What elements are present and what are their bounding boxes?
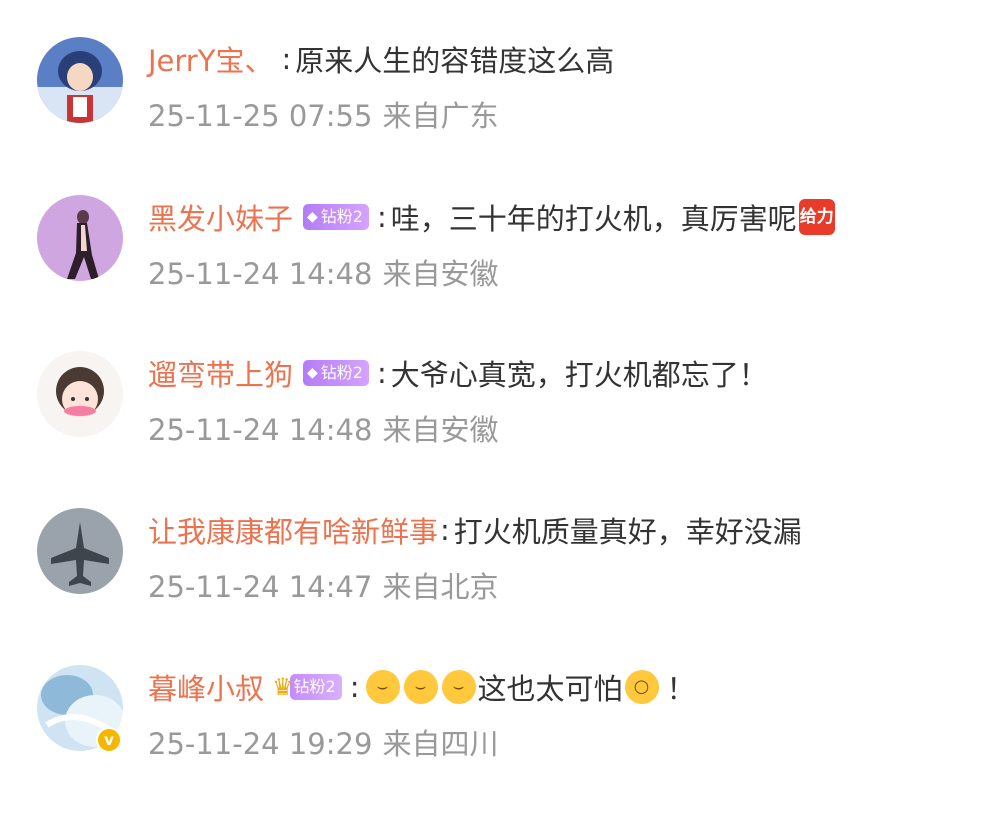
timestamp: 25-11-24 19:29 — [148, 727, 373, 761]
username-link[interactable]: 暮峰小叔 — [148, 666, 264, 708]
fan-badge-label: 钻粉2 — [320, 363, 363, 382]
comment-line: 遛弯带上狗 ◆ 钻粉2 : 大爷心真宽，打火机都忘了！ — [148, 351, 768, 395]
location: 来自安徽 — [382, 257, 499, 291]
fan-badge-label: 钻粉2 — [320, 207, 363, 226]
avatar-image — [37, 195, 123, 281]
laugh-cry-emoji-icon: ⌣ — [365, 670, 400, 704]
verified-icon: v — [96, 727, 122, 753]
comment-text: 原来人生的容错度这么高 — [295, 44, 615, 78]
comment-item: JerrY宝、 : 原来人生的容错度这么高 25-11-25 07:55 来自广东 — [0, 37, 1000, 187]
username-link[interactable]: 遛弯带上狗 — [148, 352, 293, 394]
comment-meta: 25-11-24 14:48 来自安徽 — [148, 251, 498, 293]
location: 来自安徽 — [382, 413, 499, 447]
location: 来自四川 — [382, 727, 499, 761]
separator: : — [349, 670, 360, 704]
timestamp: 25-11-24 14:48 — [148, 257, 373, 291]
shocked-emoji-icon: ○ — [624, 670, 659, 704]
avatar-image — [37, 351, 123, 437]
comment-meta: 25-11-24 14:48 来自安徽 — [148, 407, 498, 449]
comment-line: JerrY宝、 : 原来人生的容错度这么高 — [148, 37, 614, 81]
comment-text: 哇，三十年的打火机，真厉害呢 — [390, 202, 797, 236]
location: 来自广东 — [382, 99, 499, 133]
avatar-image — [37, 508, 123, 594]
fan-badge-label: 钻粉2 — [293, 677, 336, 696]
laugh-cry-emoji-icon: ⌣ — [403, 670, 438, 704]
comment-text-end: ！ — [666, 672, 696, 706]
comment-item: 黑发小妹子 ◆ 钻粉2 : 哇，三十年的打火机，真厉害呢 给力 25-11-24 … — [0, 195, 1000, 345]
comment-text: 打火机质量真好，幸好没漏 — [453, 515, 802, 549]
timestamp: 25-11-24 14:47 — [148, 570, 373, 604]
separator: : — [376, 356, 387, 390]
comment-item: 遛弯带上狗 ◆ 钻粉2 : 大爷心真宽，打火机都忘了！ 25-11-24 14:4… — [0, 351, 1000, 501]
diamond-icon: ◆ — [307, 209, 318, 225]
comment-item: v 暮峰小叔 ♛ 钻粉2 : ⌣ ⌣ ⌣ 这也太可怕 ○ ！ 25-11-24 … — [0, 665, 1000, 815]
crown-icon: ♛ — [272, 673, 294, 701]
comment-line: 暮峰小叔 ♛ 钻粉2 : ⌣ ⌣ ⌣ 这也太可怕 ○ ！ — [148, 665, 696, 709]
comment-line: 黑发小妹子 ◆ 钻粉2 : 哇，三十年的打火机，真厉害呢 给力 — [148, 195, 835, 239]
avatar[interactable] — [37, 351, 123, 437]
timestamp: 25-11-25 07:55 — [148, 99, 373, 133]
avatar[interactable] — [37, 508, 123, 594]
comment-meta: 25-11-24 14:47 来自北京 — [148, 564, 498, 606]
comment-meta: 25-11-24 19:29 来自四川 — [148, 721, 498, 763]
laugh-cry-emoji-icon: ⌣ — [441, 670, 476, 704]
comment-item: 让我康康都有啥新鲜事 : 打火机质量真好，幸好没漏 25-11-24 14:47… — [0, 508, 1000, 658]
username-link[interactable]: JerrY宝、 — [148, 38, 273, 80]
diamond-icon: ◆ — [307, 365, 318, 381]
separator: : — [376, 200, 387, 234]
fan-badge[interactable]: 钻粉2 — [289, 674, 342, 700]
geili-sticker-icon: 给力 — [798, 199, 835, 235]
comment-text: 这也太可怕 — [477, 672, 623, 706]
location: 来自北京 — [382, 570, 499, 604]
separator: : — [281, 42, 292, 76]
avatar[interactable] — [37, 37, 123, 123]
fan-badge[interactable]: ◆ 钻粉2 — [303, 204, 369, 230]
timestamp: 25-11-24 14:48 — [148, 413, 373, 447]
username-link[interactable]: 黑发小妹子 — [148, 196, 293, 238]
avatar-image — [37, 37, 123, 123]
comment-line: 让我康康都有啥新鲜事 : 打火机质量真好，幸好没漏 — [148, 508, 802, 552]
separator: : — [440, 513, 450, 547]
fan-badge[interactable]: ◆ 钻粉2 — [303, 360, 369, 386]
comment-meta: 25-11-25 07:55 来自广东 — [148, 93, 498, 135]
comment-text: 大爷心真宽，打火机都忘了！ — [390, 358, 768, 392]
avatar[interactable] — [37, 195, 123, 281]
username-link[interactable]: 让我康康都有啥新鲜事 — [148, 509, 438, 551]
